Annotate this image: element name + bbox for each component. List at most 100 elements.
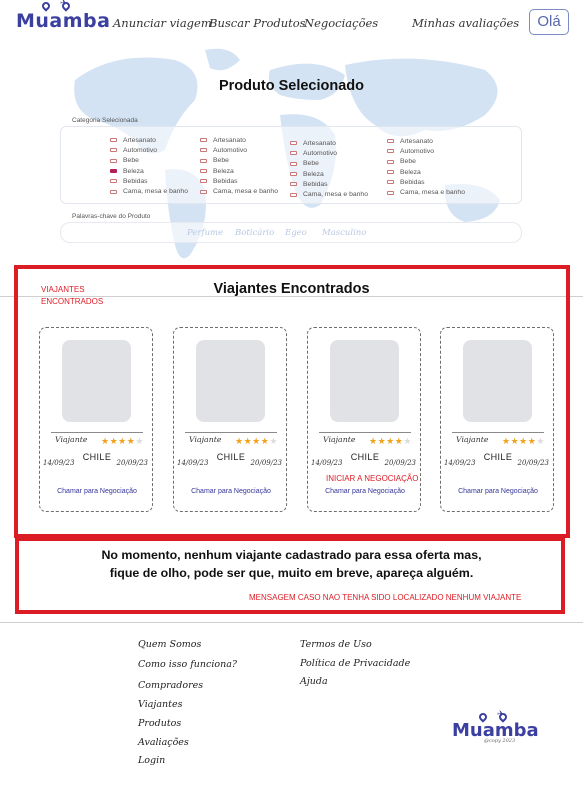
- category-option-label: Artesanato: [400, 137, 433, 145]
- category-option-label: Cama, mesa e banho: [400, 189, 465, 197]
- category-checkbox[interactable]: [110, 169, 117, 174]
- start-negotiation-link[interactable]: Chamar para Negociação: [308, 488, 422, 495]
- category-option[interactable]: Cama, mesa e banho: [200, 186, 278, 196]
- star-filled-icon: ★: [519, 436, 528, 446]
- annotation-no-traveler-message: MENSAGEM CASO NAO TENHA SIDO LOCALIZADO …: [249, 593, 522, 602]
- category-option[interactable]: Beleza: [290, 169, 368, 179]
- category-checkbox[interactable]: [200, 179, 207, 184]
- category-option[interactable]: Beleza: [387, 167, 465, 177]
- category-checkbox[interactable]: [387, 139, 394, 144]
- category-checkbox[interactable]: [290, 172, 297, 177]
- category-option[interactable]: Cama, mesa e banho: [110, 186, 188, 196]
- category-checkbox[interactable]: [387, 159, 394, 164]
- category-option[interactable]: Bebidas: [110, 176, 188, 186]
- category-checkbox[interactable]: [110, 138, 117, 143]
- keyword-chip[interactable]: Masculino: [322, 228, 366, 238]
- category-option[interactable]: Bebidas: [290, 179, 368, 189]
- category-option[interactable]: Artesanato: [110, 135, 188, 145]
- category-checkbox[interactable]: [200, 148, 207, 153]
- category-option[interactable]: Automotivo: [110, 145, 188, 155]
- category-option[interactable]: Bebe: [110, 156, 188, 166]
- keyword-chip[interactable]: Egeo: [285, 228, 307, 238]
- category-option[interactable]: Artesanato: [387, 136, 465, 146]
- keyword-chip[interactable]: Perfume: [187, 228, 223, 238]
- category-option[interactable]: Artesanato: [290, 138, 368, 148]
- nav-negociacoes[interactable]: Negociações: [304, 16, 378, 30]
- category-option[interactable]: Cama, mesa e banho: [290, 189, 368, 199]
- footer-link-produtos[interactable]: Produtos: [138, 718, 181, 729]
- divider: [0, 622, 583, 623]
- category-option-label: Bebidas: [123, 177, 148, 185]
- category-option[interactable]: Automotivo: [290, 148, 368, 158]
- footer-link-avaliacoes[interactable]: Avaliações: [138, 737, 189, 748]
- divider: [452, 432, 544, 433]
- category-checkbox[interactable]: [290, 182, 297, 187]
- star-filled-icon: ★: [118, 436, 127, 446]
- category-checkbox[interactable]: [387, 190, 394, 195]
- category-option-label: Automotivo: [303, 149, 338, 157]
- category-checkbox[interactable]: [387, 180, 394, 185]
- category-checkbox[interactable]: [200, 158, 207, 163]
- category-option[interactable]: Cama, mesa e banho: [387, 187, 465, 197]
- nav-buscar-produtos[interactable]: Buscar Produtos: [209, 16, 306, 30]
- category-option[interactable]: Beleza: [110, 166, 188, 176]
- logo-text: Muamba: [16, 10, 111, 32]
- date-to: 20/09/23: [384, 459, 416, 467]
- category-checkbox[interactable]: [200, 138, 207, 143]
- category-option-label: Bebe: [123, 157, 139, 165]
- category-option[interactable]: Bebidas: [387, 177, 465, 187]
- nav-minhas-avaliacoes[interactable]: Minhas avaliações: [412, 16, 519, 30]
- category-option-label: Automotivo: [213, 146, 248, 154]
- date-to: 20/09/23: [250, 459, 282, 467]
- footer-link-viajantes[interactable]: Viajantes: [138, 699, 182, 710]
- category-checkbox[interactable]: [387, 170, 394, 175]
- category-option[interactable]: Artesanato: [200, 135, 278, 145]
- category-option[interactable]: Bebe: [290, 159, 368, 169]
- date-from: 14/09/23: [43, 459, 75, 467]
- category-checkbox[interactable]: [387, 149, 394, 154]
- traveler-card[interactable]: Viajante ★★★★★ CHILE 14/09/23 20/09/23 C…: [440, 327, 554, 512]
- date-to: 20/09/23: [517, 459, 549, 467]
- category-checkbox[interactable]: [110, 189, 117, 194]
- category-checkbox[interactable]: [200, 189, 207, 194]
- category-checkbox[interactable]: [110, 158, 117, 163]
- start-negotiation-link[interactable]: Chamar para Negociação: [40, 488, 154, 495]
- traveler-name: Viajante: [323, 435, 356, 444]
- category-option[interactable]: Bebe: [200, 156, 278, 166]
- footer-link-compradores[interactable]: Compradores: [138, 680, 203, 691]
- traveler-card[interactable]: Viajante ★★★★★ CHILE 14/09/23 20/09/23 C…: [173, 327, 287, 512]
- category-option[interactable]: Bebidas: [200, 176, 278, 186]
- brand-logo[interactable]: ✈ Muamba: [16, 0, 111, 32]
- category-option[interactable]: Bebe: [387, 157, 465, 167]
- footer-link-ajuda[interactable]: Ajuda: [300, 676, 328, 687]
- category-checkbox[interactable]: [110, 148, 117, 153]
- start-negotiation-link[interactable]: Chamar para Negociação: [174, 488, 288, 495]
- start-negotiation-link[interactable]: Chamar para Negociação: [441, 488, 555, 495]
- annotation-start-negotiation: INICIAR A NEGOCIAÇÃO: [325, 473, 420, 485]
- category-checkbox[interactable]: [200, 169, 207, 174]
- category-option[interactable]: Beleza: [200, 166, 278, 176]
- category-checkbox[interactable]: [290, 161, 297, 166]
- category-checkbox[interactable]: [290, 192, 297, 197]
- footer-link-quem-somos[interactable]: Quem Somos: [138, 639, 201, 650]
- product-section-title: Produto Selecionado: [218, 78, 364, 94]
- category-option[interactable]: Automotivo: [387, 146, 465, 156]
- nav-anunciar-viagem[interactable]: Anunciar viagem: [113, 16, 212, 30]
- category-checkbox[interactable]: [290, 141, 297, 146]
- rating-stars: ★★★★★: [369, 436, 412, 447]
- footer-link-privacidade[interactable]: Política de Privacidade: [300, 658, 410, 669]
- category-option-label: Bebidas: [213, 177, 238, 185]
- category-checkbox[interactable]: [290, 151, 297, 156]
- footer-link-login[interactable]: Login: [138, 755, 165, 766]
- star-filled-icon: ★: [369, 436, 378, 446]
- keyword-chip[interactable]: Boticário: [235, 228, 274, 238]
- footer-link-como-funciona[interactable]: Como isso funciona?: [138, 659, 237, 670]
- category-option[interactable]: Automotivo: [200, 145, 278, 155]
- traveler-card[interactable]: Viajante ★★★★★ CHILE 14/09/23 20/09/23 C…: [39, 327, 153, 512]
- footer-link-termos[interactable]: Termos de Uso: [300, 639, 372, 650]
- user-menu-button[interactable]: Olá: [529, 9, 569, 35]
- category-checkbox[interactable]: [110, 179, 117, 184]
- traveler-photo: [196, 340, 265, 422]
- traveler-photo: [62, 340, 131, 422]
- category-column: Artesanato Automotivo Bebe Beleza Bebidas Cam…: [290, 138, 368, 200]
